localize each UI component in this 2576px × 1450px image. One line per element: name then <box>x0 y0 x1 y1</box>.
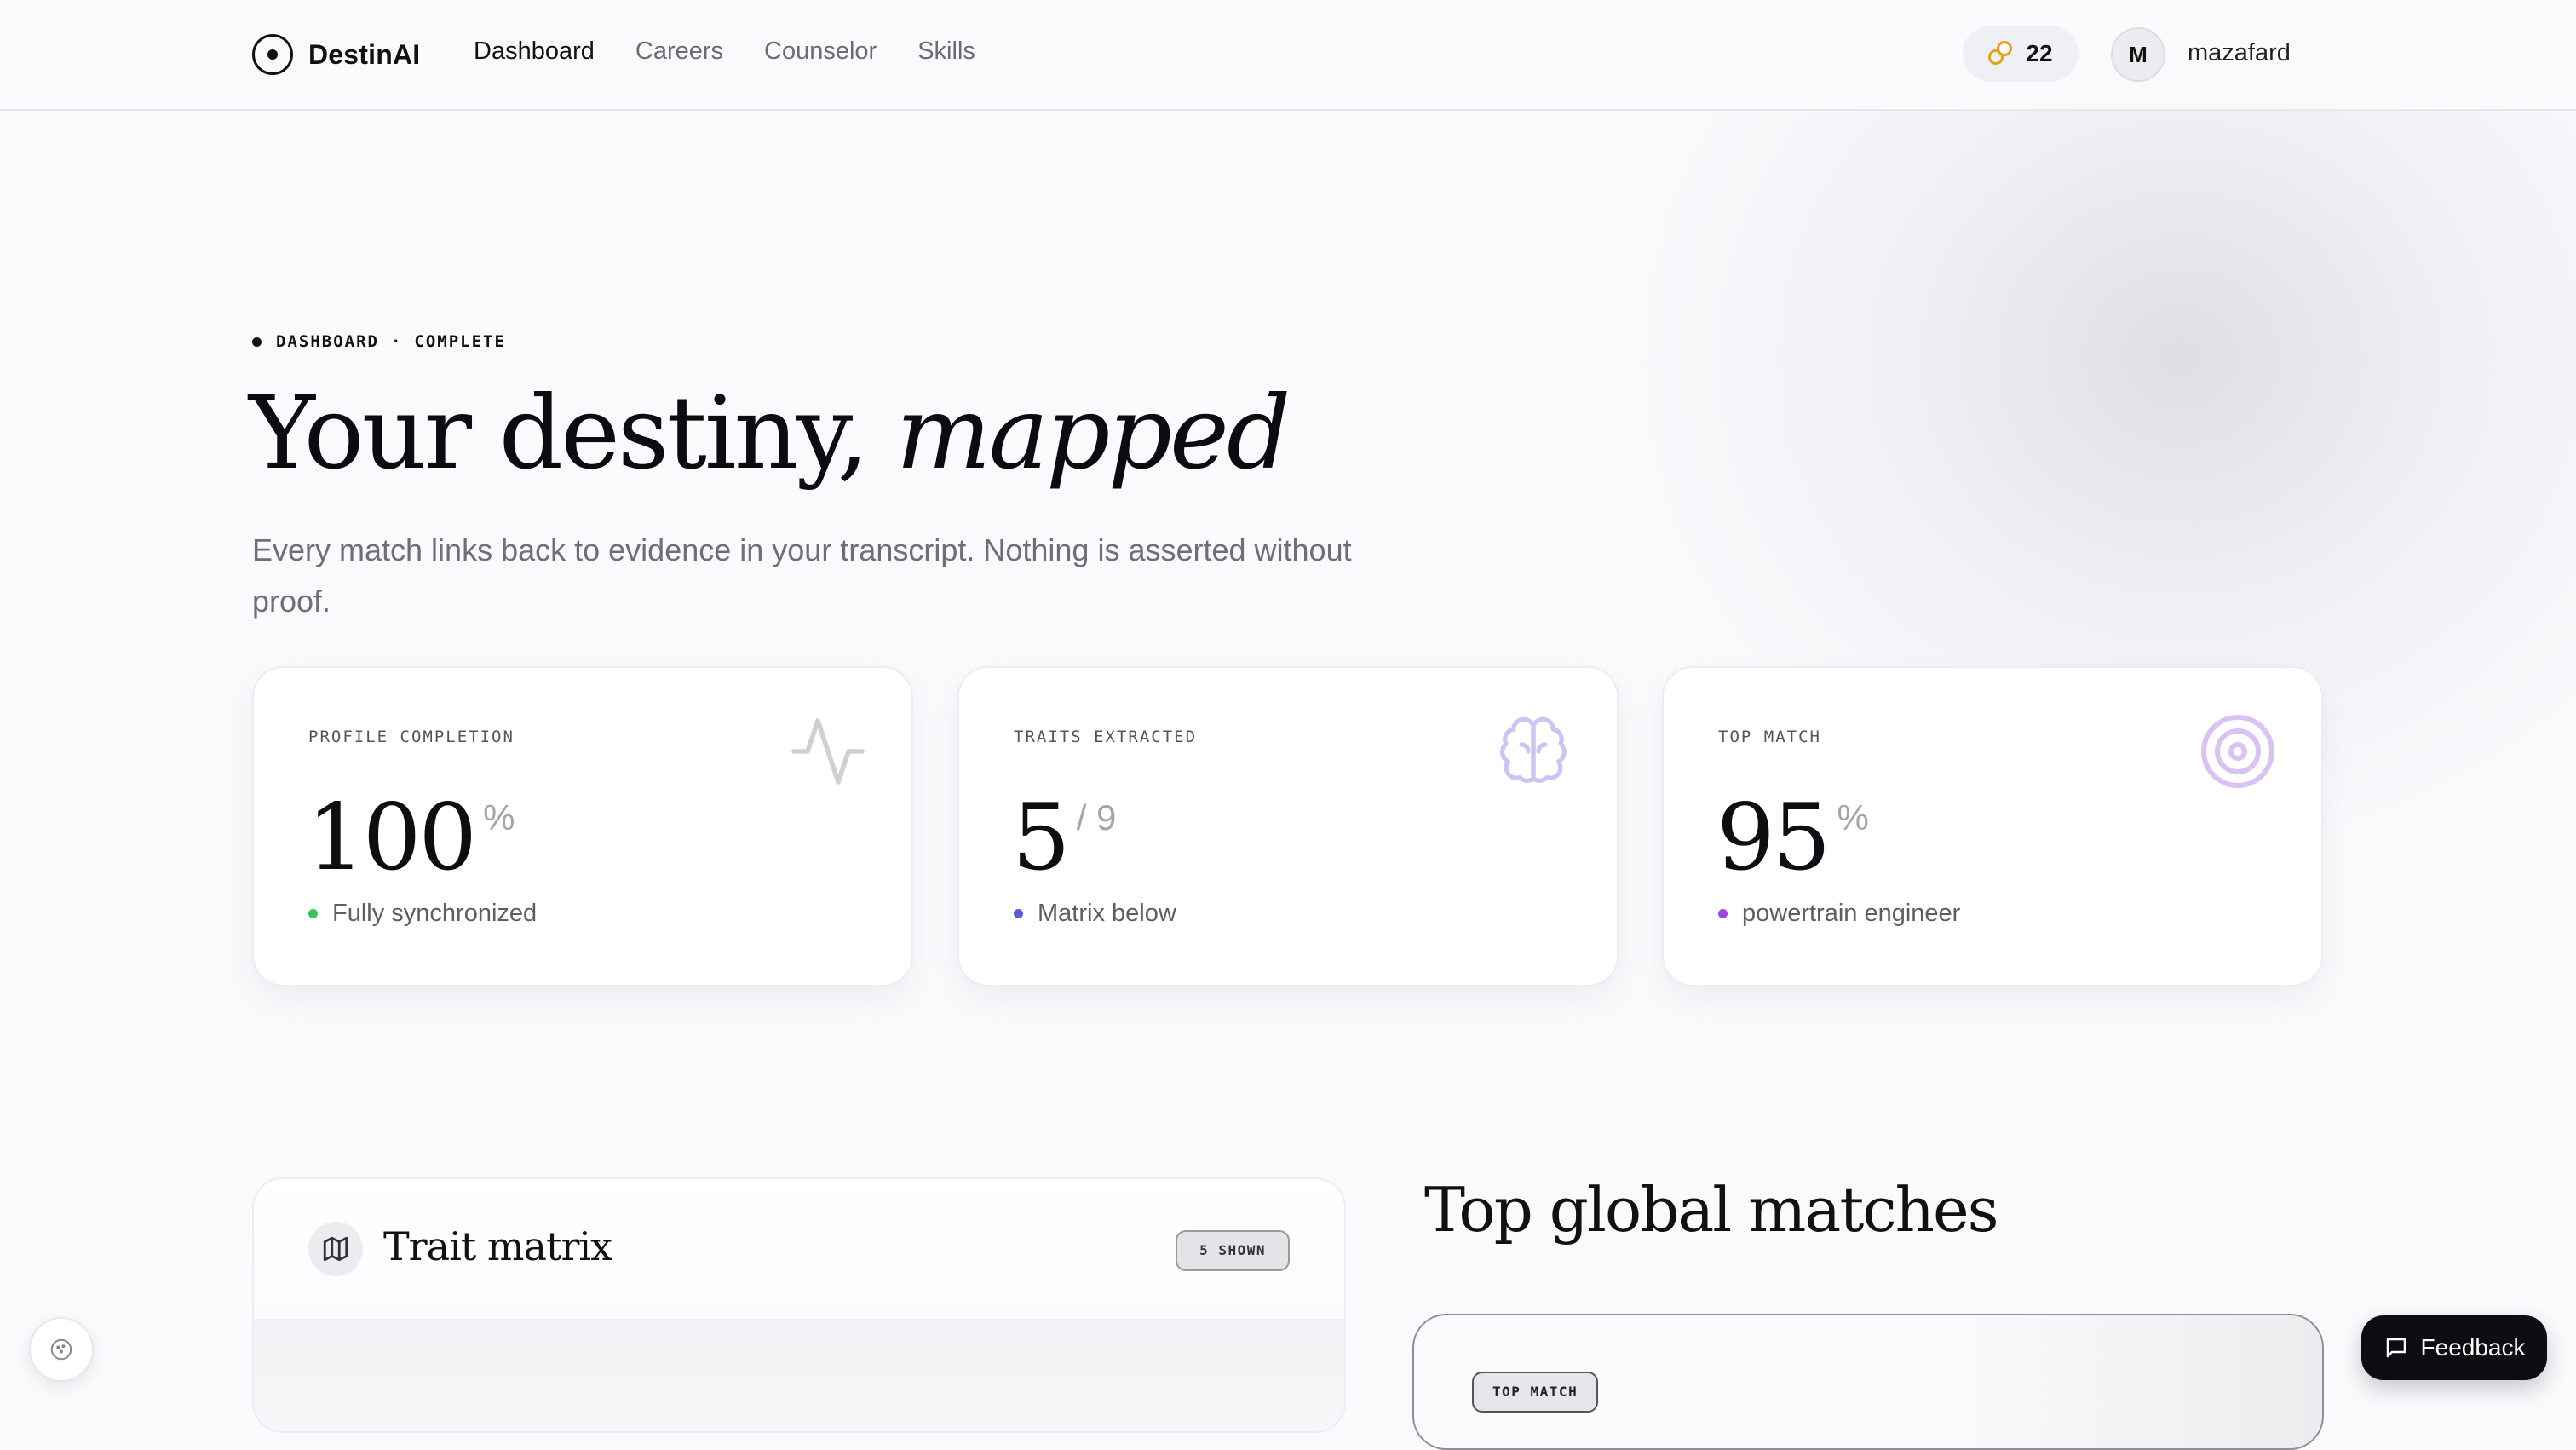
top-match-card[interactable]: TOP MATCH <box>1412 1314 2324 1450</box>
stat-value: 100 % <box>307 787 515 889</box>
stat-number: 100 <box>307 785 477 891</box>
stat-note-text: Matrix below <box>1038 900 1176 927</box>
coins-icon <box>1988 41 2014 66</box>
eyebrow-dot <box>252 337 262 347</box>
page-subtitle: Every match links back to evidence in yo… <box>252 532 1352 619</box>
nav-link-skills[interactable]: Skills <box>917 37 975 66</box>
map-icon <box>308 1222 363 1276</box>
top-match-badge: TOP MATCH <box>1472 1372 1599 1413</box>
stat-note-text: powertrain engineer <box>1742 900 1961 927</box>
credits-pill[interactable]: 22 <box>1963 26 2079 82</box>
stat-number: 95 <box>1716 785 1831 891</box>
settings-floating-button[interactable] <box>29 1317 94 1382</box>
stat-value: 5 / 9 <box>1012 787 1116 889</box>
nav-link-careers[interactable]: Careers <box>635 37 723 66</box>
stat-card-traits-extracted: TRAITS EXTRACTED 5 / 9 Matrix below <box>957 666 1619 987</box>
stat-number: 5 <box>1012 785 1071 891</box>
trait-matrix-card: Trait matrix 5 SHOWN <box>252 1177 1346 1433</box>
status-dot <box>308 909 318 918</box>
brand[interactable]: DestinAI <box>252 34 420 75</box>
feedback-button[interactable]: Feedback <box>2361 1315 2547 1380</box>
activity-icon <box>791 718 865 785</box>
stat-unit: / 9 <box>1076 797 1117 837</box>
eyebrow-separator: · <box>390 332 403 351</box>
shown-count-badge: 5 SHOWN <box>1176 1230 1290 1271</box>
stat-card-profile-completion: PROFILE COMPLETION 100 % Fully synchroni… <box>252 666 913 987</box>
status-dot <box>1014 909 1023 918</box>
stat-note: Matrix below <box>1014 900 1176 928</box>
nav-links: Dashboard Careers Counselor Skills <box>474 37 975 66</box>
stat-label: PROFILE COMPLETION <box>308 728 515 746</box>
top-matches-heading: Top global matches <box>1424 1174 1999 1246</box>
stat-label: TRAITS EXTRACTED <box>1014 728 1198 746</box>
trait-matrix-title: Trait matrix <box>383 1223 612 1269</box>
stat-note: powertrain engineer <box>1718 900 1960 928</box>
trait-matrix-header: Trait matrix 5 SHOWN <box>254 1179 1344 1321</box>
stat-unit: % <box>1837 797 1869 837</box>
eyebrow: DASHBOARD · COMPLETE <box>252 332 506 351</box>
logo-icon <box>252 34 293 75</box>
nav-link-dashboard[interactable]: Dashboard <box>474 37 595 66</box>
title-italic: mapped <box>895 374 1291 492</box>
cookie-icon <box>50 1338 72 1361</box>
stat-value: 95 % <box>1716 787 1869 889</box>
stat-card-top-match: TOP MATCH 95 % powertrain engineer <box>1662 666 2323 987</box>
avatar[interactable]: M <box>2111 27 2165 82</box>
page-title: Your destiny, mapped <box>249 373 1291 492</box>
eyebrow-status: COMPLETE <box>414 332 506 351</box>
eyebrow-section: DASHBOARD <box>276 332 379 351</box>
feedback-label: Feedback <box>2420 1334 2526 1361</box>
status-dot <box>1718 909 1728 918</box>
message-icon <box>2386 1338 2406 1358</box>
brain-icon <box>1500 716 1567 783</box>
target-icon <box>2201 715 2274 788</box>
stat-note: Fully synchronized <box>308 900 537 928</box>
title-main: Your destiny, <box>249 374 896 492</box>
stat-unit: % <box>483 797 515 837</box>
username[interactable]: mazafard <box>2188 39 2291 67</box>
stat-note-text: Fully synchronized <box>332 900 538 927</box>
top-navbar: DestinAI Dashboard Careers Counselor Ski… <box>0 0 2576 111</box>
trait-matrix-body <box>254 1321 1344 1431</box>
nav-link-counselor[interactable]: Counselor <box>764 37 877 66</box>
stat-label: TOP MATCH <box>1718 728 1821 746</box>
credits-count: 22 <box>2026 40 2053 66</box>
brand-name: DestinAI <box>308 38 421 70</box>
